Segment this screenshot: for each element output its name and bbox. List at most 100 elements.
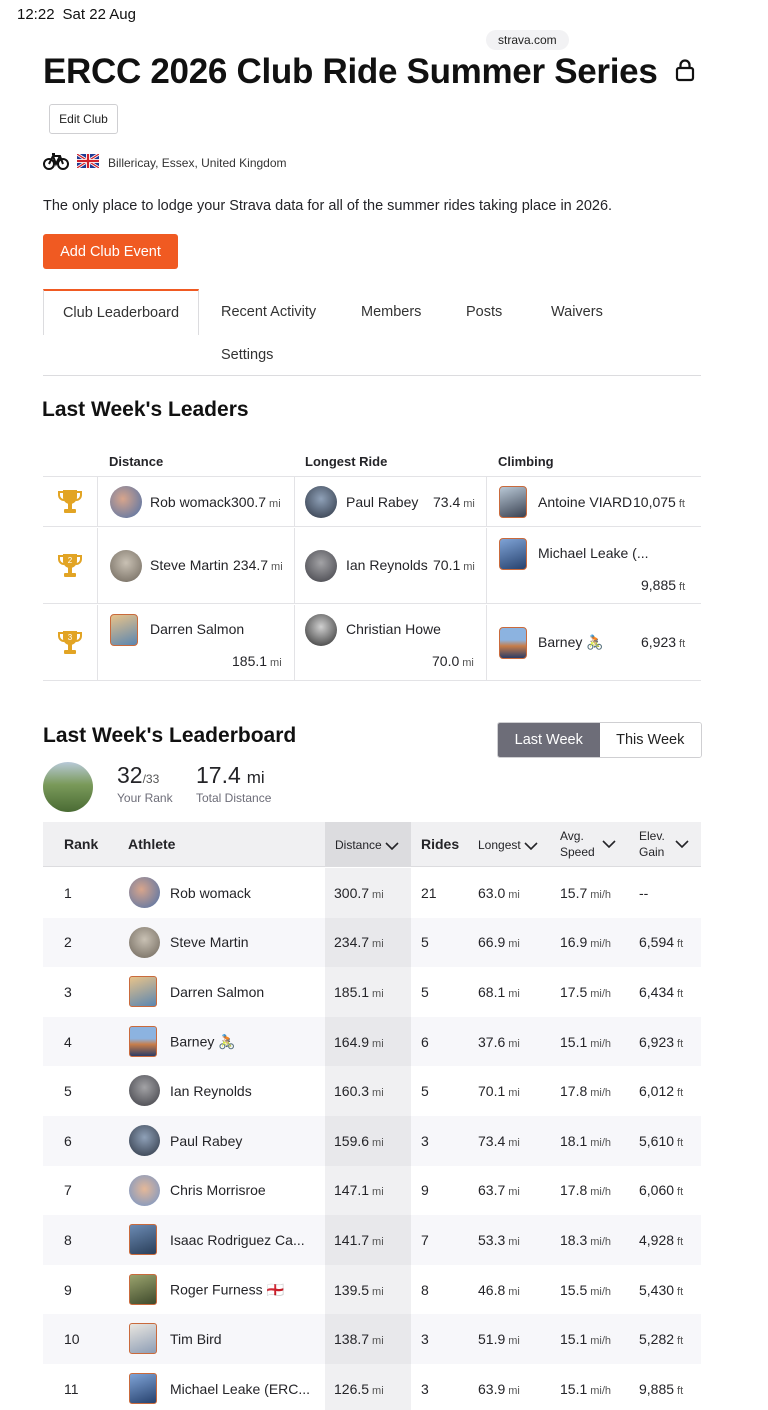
avatar[interactable] [129, 1174, 160, 1206]
avatar[interactable] [129, 976, 157, 1008]
avatar[interactable] [129, 1025, 157, 1057]
longest-value: 63.0 [478, 884, 506, 901]
speed-cell: 15.5 mi/h [560, 1282, 611, 1298]
longest-unit: mi [508, 888, 520, 901]
speed-value: 15.5 [560, 1281, 588, 1298]
speed-unit: mi/h [590, 938, 612, 951]
longest-value: 51.9 [478, 1331, 506, 1348]
avatar[interactable] [129, 1273, 157, 1305]
elevation-unit: ft [677, 987, 684, 1000]
distance-cell: 147.1 mi [334, 1182, 384, 1198]
header-avg-speed[interactable]: Avg. Speed [560, 828, 595, 860]
speed-unit: mi/h [590, 1335, 612, 1348]
header-longest[interactable]: Longest [478, 837, 538, 853]
athlete-name[interactable]: Paul Rabey [170, 1133, 242, 1149]
tab-recent-activity[interactable]: Recent Activity [221, 304, 316, 320]
value-number: 300.7 [231, 494, 267, 510]
leader-longest-cell[interactable]: Ian Reynolds 70.1 mi [295, 528, 487, 603]
leader-name[interactable]: Christian Howe [346, 621, 441, 637]
avatar[interactable] [110, 550, 142, 582]
distance-value: 164.9 [334, 1033, 370, 1050]
leader-name[interactable]: Steve Martin [150, 557, 229, 573]
avatar[interactable] [129, 877, 160, 908]
rank-cell: 10 [64, 1331, 80, 1348]
this-week-button[interactable]: This Week [599, 723, 701, 757]
leader-name[interactable]: Michael Leake (... [538, 545, 649, 561]
header-rides[interactable]: Rides [421, 836, 459, 852]
header-elev-gain[interactable]: Elev. Gain [639, 828, 665, 860]
last-week-button[interactable]: Last Week [498, 723, 600, 757]
leader-distance-cell[interactable]: Rob womack 300.7 mi [98, 477, 295, 526]
leader-name[interactable]: Darren Salmon [150, 621, 244, 637]
rides-cell: 3 [421, 1132, 429, 1149]
avatar[interactable] [129, 1373, 157, 1404]
avatar[interactable] [129, 1075, 160, 1107]
header-distance[interactable]: Distance [335, 837, 399, 853]
leader-name[interactable]: Ian Reynolds [346, 557, 428, 573]
leader-name[interactable]: Barney 🚴🏼 [538, 634, 604, 651]
avatar[interactable] [499, 627, 527, 659]
longest-cell: 66.9 mi [478, 934, 520, 950]
avatar[interactable] [499, 538, 527, 570]
elevation-unit: ft [677, 1037, 684, 1050]
table-row: 9 Roger Furness 🏴󠁧󠁢󠁥󠁮󠁧󠁿 139.5 mi 8 46.8 mi 15.5… [43, 1264, 701, 1315]
elevation-unit: ft [677, 938, 684, 951]
leader-climbing-cell[interactable]: Michael Leake (... 9,885 ft [487, 528, 701, 603]
leaders-title: Last Week's Leaders [42, 398, 249, 421]
leader-name[interactable]: Rob womack [150, 494, 231, 510]
leader-longest-cell[interactable]: Christian Howe 70.0 mi [295, 605, 487, 680]
leader-name[interactable]: Paul Rabey [346, 494, 418, 510]
leader-longest-cell[interactable]: Paul Rabey 73.4 mi [295, 477, 487, 526]
athlete-name[interactable]: Michael Leake (ERC... [170, 1381, 310, 1397]
longest-value: 70.1 [478, 1083, 506, 1100]
tab-settings[interactable]: Settings [221, 347, 273, 363]
avatar[interactable] [499, 486, 527, 518]
avatar[interactable] [129, 1224, 157, 1256]
athlete-name[interactable]: Chris Morrisroe [170, 1182, 266, 1198]
speed-value: 15.1 [560, 1380, 588, 1397]
athlete-name[interactable]: Isaac Rodriguez Ca... [170, 1232, 305, 1248]
distance-value: 138.7 [334, 1331, 370, 1348]
athlete-name[interactable]: Darren Salmon [170, 984, 264, 1000]
edit-club-button[interactable]: Edit Club [49, 104, 118, 134]
my-avatar[interactable] [43, 762, 93, 812]
tab-club-leaderboard[interactable]: Club Leaderboard [43, 289, 199, 335]
leader-climbing-cell[interactable]: Barney 🚴🏼 6,923 ft [487, 605, 701, 680]
athlete-name[interactable]: Barney 🚴🏼 [170, 1033, 236, 1050]
athlete-name[interactable]: Tim Bird [170, 1331, 222, 1347]
athlete-name[interactable]: Ian Reynolds [170, 1083, 252, 1099]
longest-cell: 73.4 mi [478, 1133, 520, 1149]
value-unit: mi [463, 561, 475, 573]
leader-name[interactable]: Antoine VIARD [538, 494, 632, 510]
avatar[interactable] [129, 1125, 160, 1156]
distance-unit: mi [372, 1037, 384, 1050]
rank-cell: 4 [64, 1033, 72, 1050]
elevation-unit: ft [677, 1384, 684, 1397]
longest-cell: 53.3 mi [478, 1232, 520, 1248]
distance-unit: mi [372, 1087, 384, 1100]
athlete-name[interactable]: Roger Furness 🏴󠁧󠁢󠁥󠁮󠁧󠁿 [170, 1281, 284, 1298]
athlete-name[interactable]: Steve Martin [170, 934, 249, 950]
athlete-name[interactable]: Rob womack [170, 885, 251, 901]
tab-posts[interactable]: Posts [466, 304, 502, 320]
avatar[interactable] [110, 486, 142, 518]
my-distance-unit: mi [246, 768, 265, 787]
avatar[interactable] [129, 1323, 157, 1355]
tab-members[interactable]: Members [361, 304, 421, 320]
avatar[interactable] [129, 926, 160, 958]
avatar[interactable] [305, 486, 337, 518]
longest-unit: mi [508, 1384, 520, 1397]
elevation-cell: 6,012 ft [639, 1083, 683, 1099]
longest-cell: 63.0 mi [478, 885, 520, 901]
distance-cell: 126.5 mi [334, 1381, 384, 1397]
leader-distance-cell[interactable]: Darren Salmon 185.1 mi [98, 605, 295, 680]
avatar[interactable] [305, 614, 337, 646]
avatar[interactable] [110, 614, 138, 646]
tab-waivers[interactable]: Waivers [551, 304, 603, 320]
leader-distance-cell[interactable]: Steve Martin 234.7 mi [98, 528, 295, 603]
url-bar[interactable]: strava.com [486, 30, 569, 50]
leader-climbing-cell[interactable]: Antoine VIARD 10,075 ft [487, 477, 701, 526]
add-club-event-button[interactable]: Add Club Event [43, 234, 178, 269]
distance-value: 126.5 [334, 1380, 370, 1397]
avatar[interactable] [305, 550, 337, 582]
